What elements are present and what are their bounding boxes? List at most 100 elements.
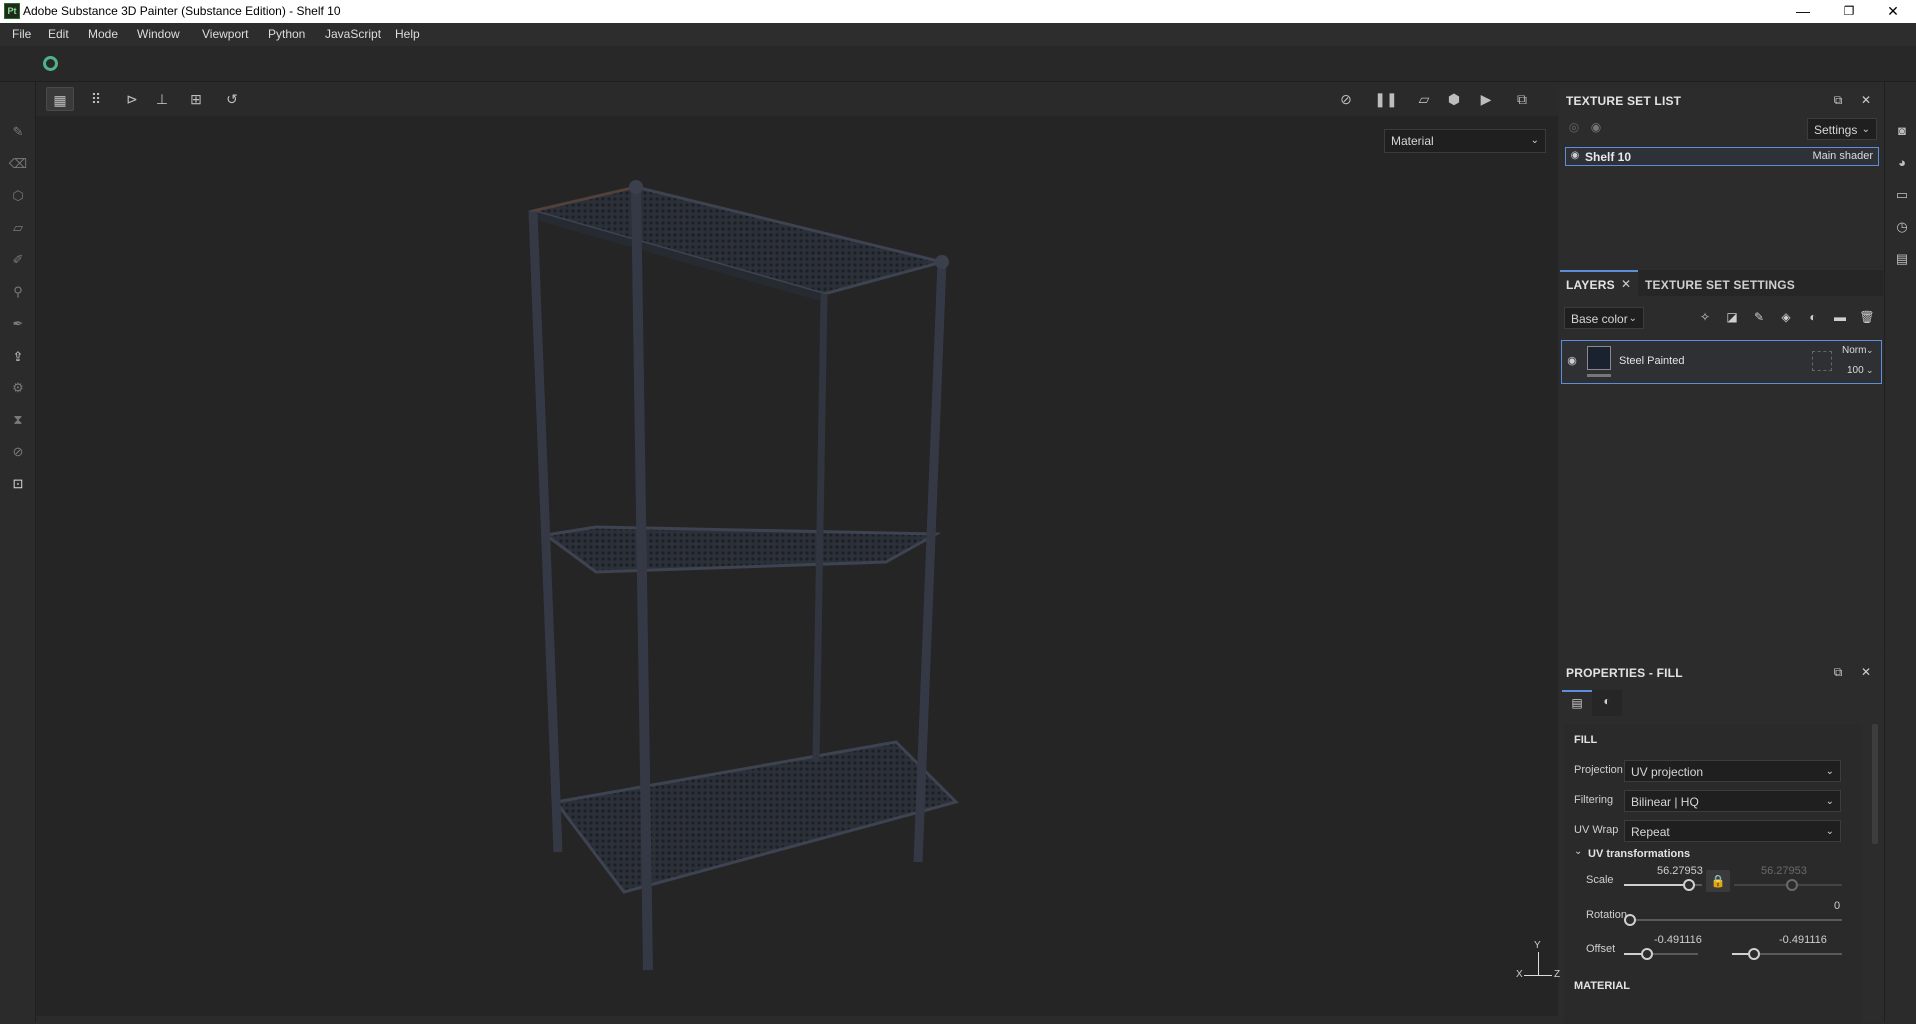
hide-all-icon[interactable]: ◎ [1566, 120, 1582, 134]
cube-view-icon[interactable]: ⬢ [1440, 87, 1468, 111]
tab-layers[interactable]: LAYERS [1566, 278, 1615, 292]
show-all-icon[interactable]: ◉ [1588, 120, 1604, 134]
add-folder-icon[interactable]: ▬ [1832, 310, 1848, 324]
visibility-eye-icon[interactable]: ◉ [1567, 150, 1583, 161]
properties-title: PROPERTIES - FILL [1566, 666, 1683, 680]
menu-python[interactable]: Python [268, 27, 305, 41]
offset-label: Offset [1586, 943, 1616, 955]
channel-dropdown-value: Material [1391, 134, 1434, 148]
clone-stamp-icon[interactable]: ⚲ [8, 282, 28, 302]
offset-v-knob[interactable] [1748, 948, 1760, 960]
texture-set-settings-dropdown[interactable]: Settings ⌄ [1807, 118, 1877, 140]
screenshot-tool-icon[interactable]: ⊡ [8, 474, 28, 494]
add-mask-icon[interactable]: ◪ [1724, 310, 1740, 324]
offset-u-value[interactable]: -0.491116 [1654, 934, 1702, 946]
tab-texture-set-settings[interactable]: TEXTURE SET SETTINGS [1645, 278, 1795, 292]
delete-layer-icon[interactable]: 🗑 [1859, 310, 1875, 324]
filtering-label: Filtering [1574, 794, 1614, 806]
layer-thumbnail [1587, 346, 1611, 370]
properties-scrollbar[interactable] [1872, 724, 1878, 844]
physics-icon[interactable]: ⚙ [8, 378, 28, 398]
rotation-track[interactable] [1628, 919, 1842, 921]
eraser-icon[interactable]: ⌫ [8, 154, 28, 174]
history-panel-icon[interactable]: ◷ [1893, 218, 1911, 236]
layer-visibility-eye-icon[interactable]: ◉ [1564, 354, 1580, 367]
scale-u-knob[interactable] [1683, 879, 1695, 891]
chevron-down-icon: ⌄ [1861, 124, 1870, 135]
scale-v-knob [1786, 879, 1798, 891]
paint-brush-icon[interactable]: ✎ [8, 122, 28, 142]
menu-file[interactable]: File [12, 27, 31, 41]
uv-tool-icon[interactable]: ⊘ [8, 442, 28, 462]
log-icon[interactable]: ▤ [1893, 250, 1911, 268]
add-paint-layer-icon[interactable]: ✎ [1751, 310, 1767, 324]
polygon-fill-icon[interactable]: ▱ [8, 218, 28, 238]
smudge-icon[interactable]: ✐ [8, 250, 28, 270]
close-button[interactable]: ✕ [1870, 0, 1916, 23]
layer-row[interactable]: ◉ Steel Painted Norm ⌄ 100 ⌄ [1561, 340, 1882, 384]
add-smart-material-icon[interactable]: ◐ [1805, 310, 1821, 324]
menu-javascript[interactable]: JavaScript [325, 27, 381, 41]
sync-status-icon[interactable] [43, 56, 58, 71]
maximize-button[interactable]: ❐ [1826, 0, 1872, 23]
color-picker-icon[interactable]: ✒ [8, 314, 28, 334]
scale-v-value: 56.27953 [1761, 865, 1807, 877]
fill-tab[interactable]: ▤ [1562, 690, 1592, 716]
layer-channel-value: Base color [1571, 312, 1628, 326]
shader-settings-icon[interactable]: ◕ [1893, 154, 1911, 172]
menu-help[interactable]: Help [395, 27, 420, 41]
lock-icon[interactable]: 🔒 [1706, 870, 1730, 892]
offset-u-knob[interactable] [1641, 948, 1653, 960]
pause-icon[interactable]: ❚❚ [1372, 87, 1400, 111]
chevron-down-icon: ⌄ [1530, 135, 1539, 146]
menu-edit[interactable]: Edit [48, 27, 69, 41]
hourglass-icon[interactable]: ⧗ [8, 410, 28, 430]
add-icon[interactable]: ⊞ [182, 87, 210, 111]
material-sphere-icon: ◐ [1603, 694, 1611, 708]
uv-transformations-title[interactable]: UV transformations [1588, 848, 1690, 860]
layer-channel-dropdown[interactable]: Base color ⌄ [1564, 307, 1644, 329]
grid-view-icon[interactable]: ▦ [46, 87, 74, 111]
material-tab[interactable]: ◐ [1592, 690, 1622, 716]
menu-mode[interactable]: Mode [88, 27, 118, 41]
screenshot-icon[interactable]: ⧉ [1508, 87, 1536, 111]
mask-slot[interactable] [1812, 351, 1832, 371]
history-icon[interactable]: ↺ [218, 87, 246, 111]
close-tab-icon[interactable]: ✕ [1618, 277, 1634, 291]
blend-mode-value[interactable]: Norm [1842, 345, 1866, 356]
add-effect-icon[interactable]: ✧ [1697, 310, 1713, 324]
viewport-3d[interactable]: Y X Z [36, 82, 1560, 1016]
minimize-button[interactable]: — [1780, 0, 1826, 23]
view-mode-icon[interactable]: ▱ [1410, 87, 1438, 111]
projection-value: UV projection [1631, 765, 1704, 779]
offset-v-value[interactable]: -0.491116 [1779, 934, 1827, 946]
camera-icon[interactable]: ▶ [1472, 87, 1500, 111]
symmetry-x-icon[interactable]: ⊳ [118, 87, 146, 111]
bake-export-icon[interactable]: ⇪ [8, 347, 28, 367]
float-panel-icon[interactable]: ⧉ [1830, 665, 1846, 680]
projection-icon[interactable]: ⬡ [8, 186, 28, 206]
collapse-chevron-icon[interactable]: ⌄ [1574, 846, 1582, 857]
float-panel-icon[interactable]: ⧉ [1830, 93, 1846, 108]
close-panel-icon[interactable]: ✕ [1858, 665, 1874, 679]
hide-icon[interactable]: ⊘ [1332, 87, 1360, 111]
menu-viewport[interactable]: Viewport [202, 27, 248, 41]
projection-dropdown[interactable]: UV projection ⌄ [1624, 760, 1841, 782]
menu-window[interactable]: Window [137, 27, 180, 41]
display-settings-icon[interactable]: ◙ [1893, 122, 1911, 140]
chevron-down-icon: ⌄ [1628, 313, 1637, 324]
channel-dropdown[interactable]: Material ⌄ [1384, 129, 1546, 153]
scale-label: Scale [1586, 874, 1614, 886]
grid-options-icon[interactable]: ⠿ [82, 87, 110, 111]
close-panel-icon[interactable]: ✕ [1858, 93, 1874, 107]
rotation-knob[interactable] [1624, 914, 1636, 926]
filtering-dropdown[interactable]: Bilinear | HQ ⌄ [1624, 790, 1841, 812]
rotation-value[interactable]: 0 [1834, 900, 1840, 912]
uvwrap-dropdown[interactable]: Repeat ⌄ [1624, 820, 1841, 842]
scale-u-value[interactable]: 56.27953 [1657, 865, 1703, 877]
shelf-icon[interactable]: ▭ [1893, 186, 1911, 204]
texture-set-item[interactable]: ◉ Shelf 10 Main shader [1565, 147, 1879, 166]
add-fill-layer-icon[interactable]: ◈ [1778, 310, 1794, 324]
layer-opacity-value[interactable]: 100 [1847, 365, 1864, 376]
symmetry-y-icon[interactable]: ⊥ [148, 87, 176, 111]
